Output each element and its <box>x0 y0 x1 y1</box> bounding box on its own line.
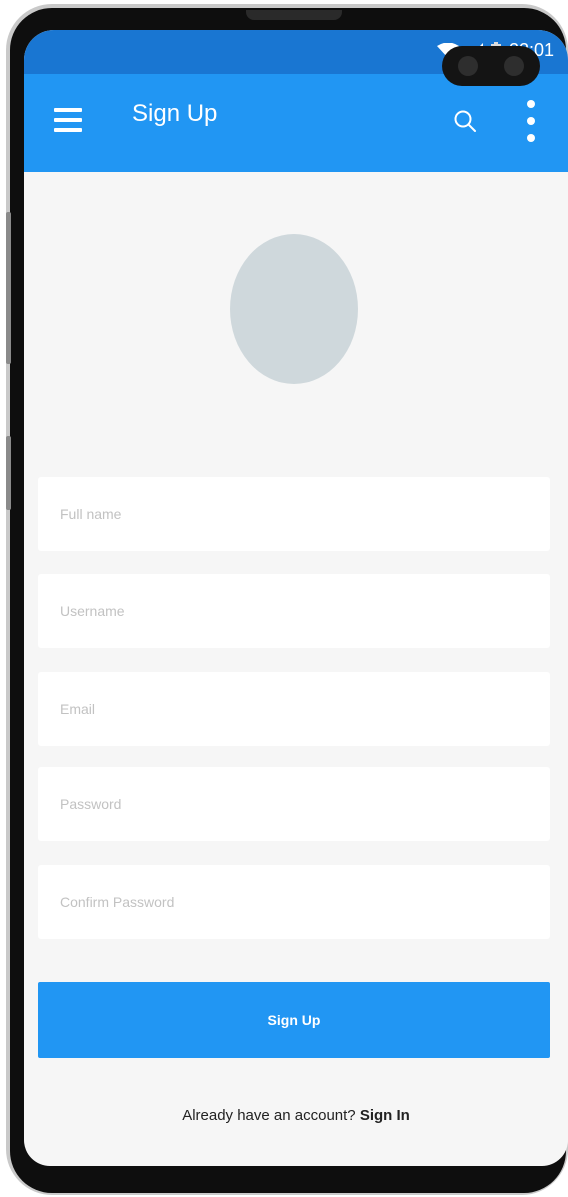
screen: 22:01 Sign Up Sign Up Already have an ac… <box>24 30 568 1166</box>
speaker-notch <box>246 10 342 20</box>
search-icon[interactable] <box>452 108 478 134</box>
sign-in-prompt-text: Already have an account? <box>182 1107 356 1124</box>
sign-up-button[interactable]: Sign Up <box>38 982 550 1058</box>
volume-button <box>6 212 11 364</box>
password-input[interactable] <box>38 767 550 841</box>
sign-in-link[interactable]: Sign In <box>360 1107 410 1124</box>
page-title: Sign Up <box>132 100 218 127</box>
camera-lens <box>458 56 478 76</box>
camera-lens <box>504 56 524 76</box>
front-camera <box>442 46 540 86</box>
app-bar: Sign Up <box>24 74 568 172</box>
full-name-input[interactable] <box>38 477 550 551</box>
confirm-password-input[interactable] <box>38 865 550 939</box>
sign-in-prompt: Already have an account? Sign In <box>24 1107 568 1124</box>
more-vert-icon[interactable] <box>524 100 538 146</box>
email-input[interactable] <box>38 672 550 746</box>
power-button <box>6 436 11 510</box>
profile-avatar-placeholder[interactable] <box>230 234 358 384</box>
username-input[interactable] <box>38 574 550 648</box>
menu-icon[interactable] <box>54 108 82 136</box>
